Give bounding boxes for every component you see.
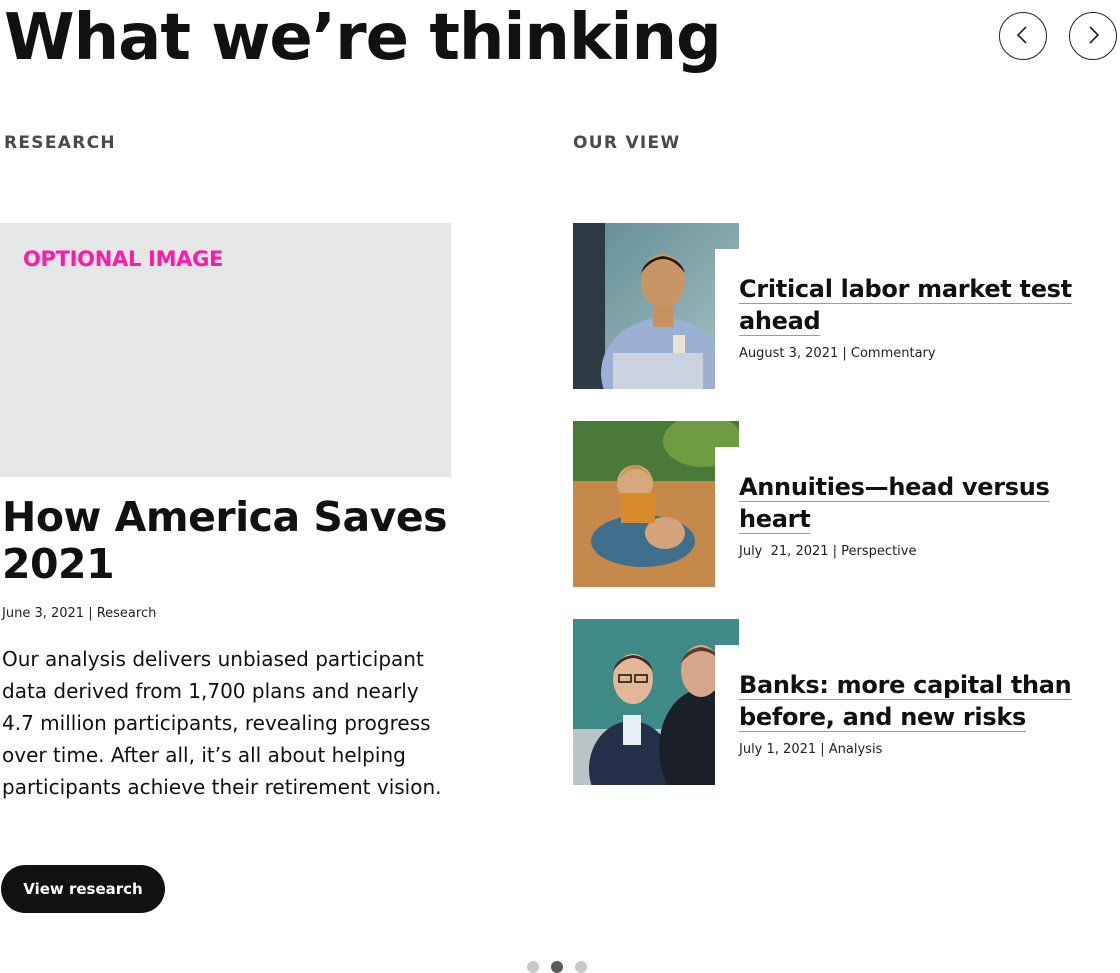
- article-meta: July 21, 2021 | Perspective: [739, 544, 917, 559]
- meeting-photo[interactable]: [573, 619, 739, 785]
- article-card: Annuities—head versus heart July 21, 202…: [573, 421, 1113, 587]
- article-meta: July 1, 2021 | Analysis: [739, 742, 883, 757]
- feature-image-placeholder: OPTIONAL IMAGE: [0, 223, 451, 477]
- article-title-link[interactable]: Annuities—head versus heart: [739, 471, 1109, 535]
- article-meta: August 3, 2021 | Commentary: [739, 346, 936, 361]
- article-card: Critical labor market test ahead August …: [573, 223, 1113, 389]
- chevron-left-icon: [1012, 24, 1034, 49]
- feature-meta: June 3, 2021 | Research: [2, 606, 157, 621]
- pagination-dot-3[interactable]: [575, 961, 587, 973]
- carousel-prev-button[interactable]: [999, 12, 1047, 60]
- pagination-dot-1[interactable]: [527, 961, 539, 973]
- feature-description: Our analysis delivers unbiased participa…: [2, 647, 442, 799]
- view-research-button[interactable]: View research: [1, 865, 165, 913]
- article-card: Banks: more capital than before, and new…: [573, 619, 1113, 785]
- pagination-dot-2[interactable]: [551, 961, 563, 973]
- research-section-label: RESEARCH: [4, 133, 116, 153]
- carousel-next-button[interactable]: [1069, 12, 1117, 60]
- family-photo[interactable]: [573, 421, 739, 587]
- article-title-link[interactable]: Critical labor market test ahead: [739, 273, 1109, 337]
- article-title-link[interactable]: Banks: more capital than before, and new…: [739, 669, 1109, 733]
- feature-title: How America Saves 2021: [2, 493, 448, 588]
- our-view-section-label: OUR VIEW: [573, 133, 681, 153]
- businessman-photo[interactable]: [573, 223, 739, 389]
- page-title: What we’re thinking: [4, 1, 722, 75]
- carousel-pagination: [527, 961, 587, 973]
- optional-image-label: OPTIONAL IMAGE: [23, 247, 224, 271]
- chevron-right-icon: [1082, 24, 1104, 49]
